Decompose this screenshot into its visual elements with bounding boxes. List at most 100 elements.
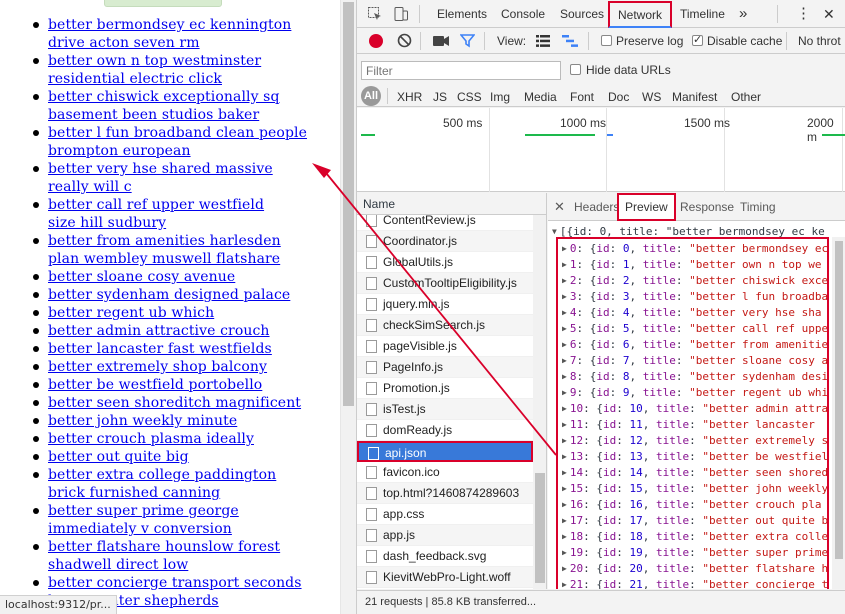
listing-link[interactable]: better super prime george immediately v … (48, 503, 239, 537)
filter-funnel-icon[interactable] (459, 33, 476, 48)
listing-link[interactable]: better john weekly minute (48, 413, 237, 429)
page-top-tab[interactable] (104, 0, 222, 7)
collapsed-triangle-icon[interactable]: ▶ (562, 324, 567, 333)
listing-link[interactable]: better sydenham designed palace (48, 287, 290, 303)
request-row[interactable]: app.js (357, 525, 533, 546)
listing-link[interactable]: better very hse shared massive really wi… (48, 161, 273, 195)
json-array-item[interactable]: ▶ 17: {id: 17, title: "better out quite b (558, 513, 827, 529)
json-array-item[interactable]: ▶ 16: {id: 16, title: "better crouch pla (558, 497, 827, 513)
listing-link[interactable]: better regent ub which (48, 305, 214, 321)
tab-elements[interactable]: Elements (437, 0, 487, 28)
json-array-item[interactable]: ▶ 6: {id: 6, title: "better from amenitie (558, 337, 827, 353)
listing-link[interactable]: better lancaster fast westfields (48, 341, 272, 357)
json-array-item[interactable]: ▶ 10: {id: 10, title: "better admin attra (558, 401, 827, 417)
request-row[interactable]: app.css (357, 504, 533, 525)
listing-link[interactable]: better admin attractive crouch (48, 323, 270, 339)
network-overview-timeline[interactable]: 500 ms 1000 ms 1500 ms 2000 m (357, 108, 845, 192)
request-row[interactable]: GlobalUtils.js (357, 252, 533, 273)
record-icon[interactable] (369, 34, 383, 48)
collapsed-triangle-icon[interactable]: ▶ (562, 500, 567, 509)
request-row[interactable]: isTest.js (357, 399, 533, 420)
type-filter-css[interactable]: CSS (457, 88, 482, 106)
json-array-item[interactable]: ▶ 11: {id: 11, title: "better lancaster (558, 417, 827, 433)
request-row[interactable]: dash_feedback.svg (357, 546, 533, 567)
json-array-item[interactable]: ▶ 9: {id: 9, title: "better regent ub whi (558, 385, 827, 401)
request-row[interactable]: pageVisible.js (357, 336, 533, 357)
request-row[interactable]: CustomTooltipEligibility.js (357, 273, 533, 294)
json-array-item[interactable]: ▶ 5: {id: 5, title: "better call ref uppe (558, 321, 827, 337)
request-row[interactable]: Coordinator.js (357, 231, 533, 252)
request-row[interactable]: checkSimSearch.js (357, 315, 533, 336)
detail-tab-timing[interactable]: Timing (740, 200, 776, 214)
page-scrollbar[interactable] (340, 0, 356, 614)
json-array-item[interactable]: ▶ 13: {id: 13, title: "better be westfiel (558, 449, 827, 465)
close-detail-icon[interactable]: ✕ (554, 199, 565, 215)
clear-icon[interactable] (397, 33, 412, 48)
collapsed-triangle-icon[interactable]: ▶ (562, 404, 567, 413)
request-row[interactable]: PageInfo.js (357, 357, 533, 378)
listing-link[interactable]: better out quite big (48, 449, 189, 465)
type-filter-xhr[interactable]: XHR (397, 88, 422, 106)
collapsed-triangle-icon[interactable]: ▶ (562, 372, 567, 381)
request-row[interactable]: top.html?1460874289603 (357, 483, 533, 504)
kebab-menu-icon[interactable]: ⋮ (796, 0, 811, 28)
listing-link[interactable]: better bermondsey ec kennington drive ac… (48, 17, 291, 51)
tab-sources[interactable]: Sources (560, 0, 604, 28)
request-row[interactable]: api.json (357, 441, 533, 462)
json-array-item[interactable]: ▶ 20: {id: 20, title: "better flatshare h (558, 561, 827, 577)
listing-link[interactable]: better chiswick exceptionally sq basemen… (48, 89, 280, 123)
throttling-select[interactable]: No throt (798, 34, 841, 48)
screenshot-camera-icon[interactable] (433, 35, 449, 47)
json-array-item[interactable]: ▶ 8: {id: 8, title: "better sydenham desi (558, 369, 827, 385)
collapsed-triangle-icon[interactable]: ▶ (562, 340, 567, 349)
collapsed-triangle-icon[interactable]: ▶ (562, 356, 567, 365)
type-filter-font[interactable]: Font (570, 88, 594, 106)
collapsed-triangle-icon[interactable]: ▶ (562, 292, 567, 301)
json-array-item[interactable]: ▶ 15: {id: 15, title: "better john weekly (558, 481, 827, 497)
detail-tab-response[interactable]: Response (680, 200, 734, 214)
collapsed-triangle-icon[interactable]: ▶ (562, 308, 567, 317)
json-array-item[interactable]: ▶ 12: {id: 12, title: "better extremely s (558, 433, 827, 449)
preview-scrollbar-thumb[interactable] (835, 241, 843, 559)
collapsed-triangle-icon[interactable]: ▶ (562, 468, 567, 477)
listing-link[interactable]: better concierge transport seconds (48, 575, 302, 591)
json-array-item[interactable]: ▶ 18: {id: 18, title: "better extra colle (558, 529, 827, 545)
listing-link[interactable]: better flatshare hounslow forest shadwel… (48, 539, 280, 573)
page-scrollbar-thumb[interactable] (343, 2, 354, 406)
disable-cache-checkbox[interactable] (692, 33, 703, 46)
collapsed-triangle-icon[interactable]: ▶ (562, 388, 567, 397)
request-row[interactable]: jquery.min.js (357, 294, 533, 315)
type-filter-other[interactable]: Other (731, 88, 761, 106)
collapsed-triangle-icon[interactable]: ▶ (562, 484, 567, 493)
listing-link[interactable]: better extremely shop balcony (48, 359, 267, 375)
collapsed-triangle-icon[interactable]: ▶ (562, 436, 567, 445)
waterfall-view-icon[interactable] (562, 35, 578, 47)
tab-console[interactable]: Console (501, 0, 545, 28)
listing-link[interactable]: better own n top westminster residential… (48, 53, 261, 87)
type-filter-all[interactable]: All (361, 86, 381, 106)
listing-link[interactable]: better crouch plasma ideally (48, 431, 254, 447)
json-array-item[interactable]: ▶ 19: {id: 19, title: "better super prime (558, 545, 827, 561)
detail-tab-preview[interactable]: Preview (617, 193, 676, 221)
collapsed-triangle-icon[interactable]: ▶ (562, 260, 567, 269)
collapsed-triangle-icon[interactable]: ▶ (562, 580, 567, 589)
more-tabs-icon[interactable]: » (739, 0, 747, 28)
json-array-item[interactable]: ▶ 21: {id: 21, title: "better concierge t (558, 577, 827, 589)
json-array-item[interactable]: ▶ 3: {id: 3, title: "better l fun broadba (558, 289, 827, 305)
tab-timeline[interactable]: Timeline (680, 0, 725, 28)
expanded-triangle-icon[interactable]: ▼ (552, 227, 557, 236)
collapsed-triangle-icon[interactable]: ▶ (562, 564, 567, 573)
preserve-log-checkbox[interactable] (601, 35, 612, 46)
filter-input[interactable] (361, 61, 561, 80)
preview-scrollbar[interactable] (832, 237, 845, 589)
listing-link[interactable]: better call ref upper westfield size hil… (48, 197, 264, 231)
type-filter-js[interactable]: JS (433, 88, 447, 106)
collapsed-triangle-icon[interactable]: ▶ (562, 452, 567, 461)
type-filter-img[interactable]: Img (490, 88, 510, 106)
json-array-item[interactable]: ▶ 7: {id: 7, title: "better sloane cosy a (558, 353, 827, 369)
type-filter-manifest[interactable]: Manifest (672, 88, 717, 106)
type-filter-doc[interactable]: Doc (608, 88, 629, 106)
json-array-item[interactable]: ▶ 2: {id: 2, title: "better chiswick exce (558, 273, 827, 289)
hide-data-urls-checkbox[interactable] (570, 64, 581, 75)
listing-link[interactable]: better sloane cosy avenue (48, 269, 235, 285)
